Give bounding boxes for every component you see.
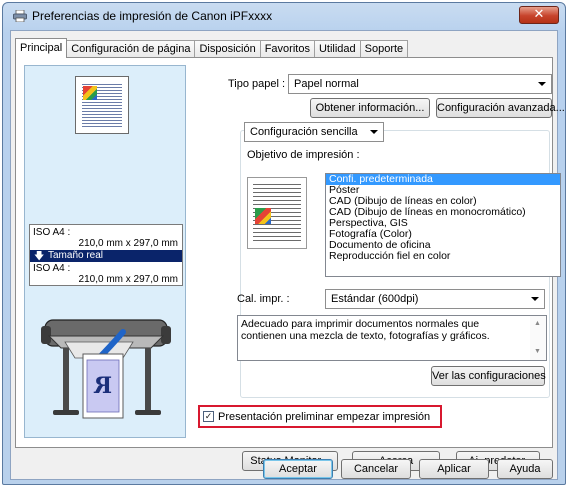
printer-icon [13, 10, 27, 22]
actual-size-label: Tamaño real [48, 250, 104, 261]
title-bar: Preferencias de impresión de Canon iPFxx… [3, 3, 565, 29]
svg-text:R: R [93, 373, 112, 399]
purpose-item-color-reproduction[interactable]: Reproducción fiel en color [326, 251, 560, 262]
description-scrollbar[interactable]: ▲ ▼ [530, 316, 546, 360]
print-preview-pane: ISO A4 : 210,0 mm x 297,0 mm 🡇 Tamaño re… [24, 65, 186, 438]
size-top-label: ISO A4 : [33, 227, 71, 238]
dialog-client-area: Principal Configuración de página Dispos… [10, 30, 565, 480]
tab-page-setup[interactable]: Configuración de página [66, 40, 196, 58]
large-format-printer-illustration: R [41, 319, 171, 419]
apply-button[interactable]: Aplicar [419, 459, 489, 479]
main-settings-form: Tipo papel : Papel normal Obtener inform… [198, 58, 565, 449]
description-text: Adecuado para imprimir documentos normal… [241, 318, 490, 342]
purpose-listbox[interactable]: Confi. predeterminada Póster CAD (Dibujo… [325, 173, 561, 277]
size-bottom-label: ISO A4 : [33, 263, 71, 274]
quality-label: Cal. impr. : [237, 293, 290, 305]
document-thumbnail [75, 76, 129, 134]
tab-utility[interactable]: Utilidad [313, 40, 361, 58]
ok-button[interactable]: Aceptar [263, 459, 333, 479]
tab-strip: Principal Configuración de página Dispos… [15, 38, 409, 58]
tab-layout[interactable]: Disposición [194, 40, 261, 58]
quality-dropdown[interactable]: Estándar (600dpi) [325, 289, 545, 309]
tab-panel-principal: ISO A4 : 210,0 mm x 297,0 mm 🡇 Tamaño re… [15, 57, 565, 471]
settings-group: Objetivo de impresión : Confi. predeterm… [237, 130, 561, 398]
actual-size-row[interactable]: 🡇 Tamaño real [30, 250, 182, 262]
paper-size-list[interactable]: ISO A4 : 210,0 mm x 297,0 mm 🡇 Tamaño re… [29, 224, 183, 286]
window-title: Preferencias de impresión de Canon iPFxx… [32, 9, 273, 23]
tab-principal[interactable]: Principal [15, 38, 68, 58]
scroll-down-icon[interactable]: ▼ [534, 346, 541, 358]
quality-value: Estándar (600dpi) [331, 293, 419, 305]
paper-type-label: Tipo papel : [228, 78, 286, 90]
purpose-item-default[interactable]: Confi. predeterminada [326, 174, 560, 185]
mode-dropdown[interactable]: Configuración sencilla [244, 122, 384, 142]
help-button[interactable]: Ayuda [497, 459, 553, 479]
document-purpose-icon [247, 177, 307, 249]
cancel-button[interactable]: Cancelar [341, 459, 411, 479]
chevron-down-icon [370, 130, 378, 134]
paper-type-value: Papel normal [294, 78, 359, 90]
advanced-settings-button[interactable]: Configuración avanzada... [436, 98, 565, 118]
tab-favorites[interactable]: Favoritos [259, 40, 315, 58]
scroll-up-icon[interactable]: ▲ [534, 318, 541, 330]
print-preferences-window: Preferencias de impresión de Canon iPFxx… [2, 2, 566, 485]
chevron-down-icon [538, 82, 546, 86]
preview-before-print-checkbox[interactable]: ✓ [203, 411, 214, 422]
tab-support[interactable]: Soporte [359, 40, 409, 58]
preview-before-print-label: Presentación preliminar empezar impresió… [218, 411, 431, 423]
mode-value: Configuración sencilla [250, 126, 358, 138]
view-settings-button[interactable]: Ver las configuraciones [431, 366, 546, 386]
get-info-button[interactable]: Obtener información... [310, 98, 430, 118]
paper-type-dropdown[interactable]: Papel normal [288, 74, 552, 94]
purpose-label: Objetivo de impresión : [247, 149, 360, 161]
description-box: Adecuado para imprimir documentos normal… [237, 315, 547, 361]
preview-option-highlight: ✓ Presentación preliminar empezar impres… [198, 405, 442, 428]
size-bottom-value: 210,0 mm x 297,0 mm [78, 274, 178, 285]
image-icon [83, 86, 97, 100]
close-button[interactable]: ✕ [519, 6, 559, 24]
chevron-down-icon [531, 297, 539, 301]
size-top-value: 210,0 mm x 297,0 mm [78, 238, 178, 249]
